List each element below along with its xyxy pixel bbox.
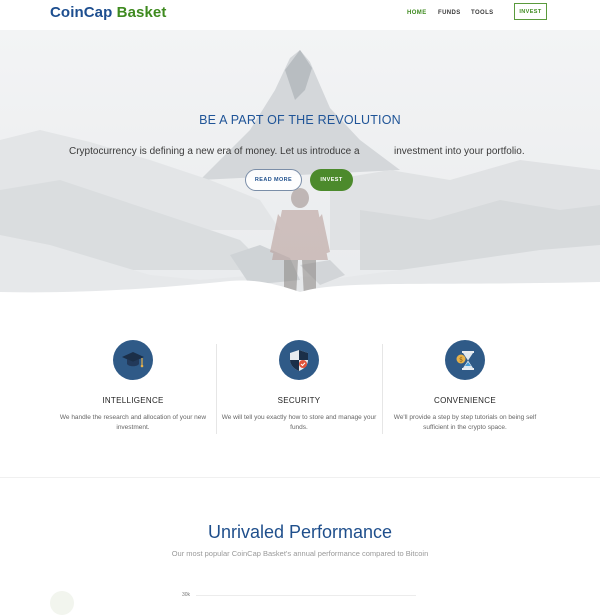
svg-text:$: $ bbox=[459, 357, 463, 364]
shield-check-icon bbox=[279, 340, 319, 380]
logo-text-coincap: CoinCap bbox=[50, 4, 113, 21]
chart-decoration bbox=[50, 591, 74, 615]
feature-convenience: $ CONVENIENCE We'll provide a step by st… bbox=[382, 340, 548, 433]
feature-description: We'll provide a step by step tutorials o… bbox=[393, 414, 537, 431]
feature-intelligence: INTELLIGENCE We handle the research and … bbox=[50, 340, 216, 433]
hero-mountain-background bbox=[0, 30, 600, 298]
graduation-cap-icon bbox=[113, 340, 153, 380]
hero-title: BE A PART OF THE REVOLUTION bbox=[199, 113, 401, 127]
nav-link-home[interactable]: HOME bbox=[407, 10, 427, 16]
nav-link-funds[interactable]: FUNDS bbox=[438, 10, 461, 16]
performance-title: Unrivaled Performance bbox=[207, 522, 393, 542]
feature-title: SECURITY bbox=[277, 396, 321, 405]
read-more-button[interactable]: READ MORE bbox=[245, 169, 302, 191]
nav-link-tools[interactable]: TOOLS bbox=[471, 10, 494, 16]
performance-subtitle: Our most popular CoinCap Basket's annual… bbox=[171, 549, 429, 558]
feature-title: CONVENIENCE bbox=[434, 396, 496, 405]
chart-gridline bbox=[196, 595, 416, 596]
hero-invest-button[interactable]: INVEST bbox=[310, 169, 353, 191]
hero-text-part1: Cryptocurrency is defining a new era of … bbox=[69, 146, 360, 157]
feature-description: We handle the research and allocation of… bbox=[59, 414, 207, 431]
feature-security: SECURITY We will tell you exactly how to… bbox=[216, 340, 382, 433]
top-navbar: CoinCap Basket HOME FUNDS TOOLS INVEST bbox=[0, 0, 600, 30]
logo-text-basket: Basket bbox=[116, 4, 167, 21]
hero-section: BE A PART OF THE REVOLUTION Cryptocurren… bbox=[0, 30, 600, 298]
section-divider bbox=[0, 477, 600, 478]
site-logo[interactable]: CoinCap Basket bbox=[50, 4, 166, 21]
feature-description: We will tell you exactly how to store an… bbox=[221, 414, 377, 431]
hero-text-part2: investment into your portfolio. bbox=[394, 146, 525, 157]
chart-y-tick: 30k bbox=[182, 592, 191, 598]
hourglass-coin-icon: $ bbox=[445, 340, 485, 380]
nav-invest-button[interactable]: INVEST bbox=[514, 3, 547, 20]
feature-title: INTELLIGENCE bbox=[102, 396, 164, 405]
